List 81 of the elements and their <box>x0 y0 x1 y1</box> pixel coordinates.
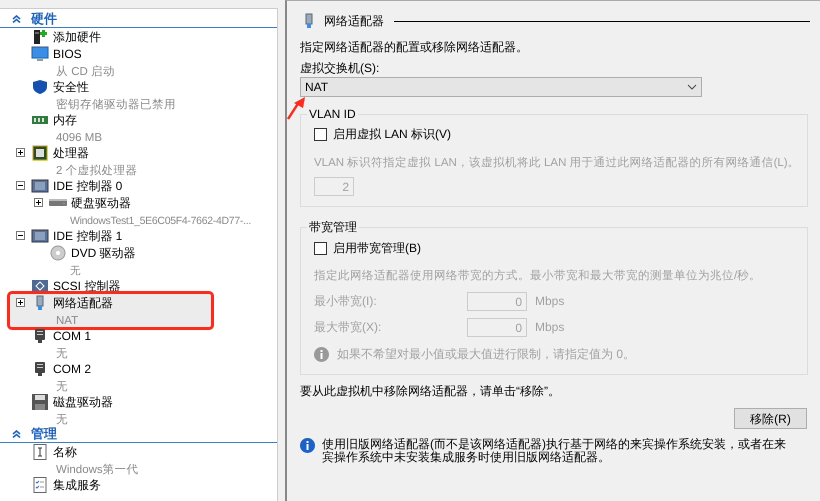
item-detail: 无 <box>56 348 68 360</box>
tree-item[interactable]: 硬盘驱动器 WindowsTest1_5E6C05F4-7662-4D77-... <box>0 194 277 227</box>
tree-item[interactable]: 添加硬件 <box>0 28 277 45</box>
tree-item[interactable]: 网络适配器 NAT <box>10 294 211 327</box>
remove-instruction: 要从此虚拟机中移除网络适配器，请单击“移除”。 <box>300 383 561 400</box>
checklist-icon <box>31 476 49 492</box>
double-chevron-up-icon[interactable] <box>12 430 21 438</box>
item-detail: 从 CD 启动 <box>56 66 115 78</box>
item-detail: 密钥存储驱动器已禁用 <box>56 99 176 111</box>
processor-icon <box>31 144 49 160</box>
item-label: COM 1 <box>53 328 92 344</box>
tree-item[interactable]: 安全性 密钥存储驱动器已禁用 <box>0 78 277 111</box>
collapse-icon[interactable] <box>16 181 25 190</box>
tree-item[interactable]: 磁盘驱动器 无 <box>0 393 277 426</box>
section-header: 管理 <box>31 425 57 444</box>
item-label: IDE 控制器 0 <box>53 178 122 194</box>
remove-button[interactable]: 移除(R) <box>734 408 807 429</box>
item-detail: 无 <box>70 265 81 277</box>
tree-item[interactable]: COM 2 无 <box>0 360 277 393</box>
tree-item[interactable]: COM 1 无 <box>0 327 277 360</box>
info-icon <box>300 438 315 453</box>
item-detail: Windows第一代 <box>56 464 139 476</box>
tree-item[interactable]: BIOS 从 CD 启动 <box>0 45 277 78</box>
item-detail: 无 <box>56 414 68 426</box>
bandwidth-description: 指定此网络适配器使用网络带宽的方式。最小带宽和最大带宽的测量单位为兆位/秒。 <box>314 268 762 284</box>
tree-item[interactable]: IDE 控制器 1 <box>0 227 277 244</box>
item-detail: 无 <box>56 381 68 393</box>
item-detail: 2 个虚拟处理器 <box>56 165 138 177</box>
item-label: IDE 控制器 1 <box>53 228 122 244</box>
item-detail: 4096 MB <box>56 132 102 144</box>
document-text-icon <box>31 444 49 460</box>
switch-dropdown[interactable]: NAT <box>300 77 702 97</box>
controller-icon <box>31 278 49 294</box>
info-icon <box>314 346 329 362</box>
tree-item[interactable]: 名称 Windows第一代 <box>0 443 277 476</box>
unit-label: Mbps <box>535 319 564 336</box>
device-plus-icon <box>31 28 49 44</box>
vlan-description: VLAN 标识符指定虚拟 LAN，该虚拟机将此 LAN 用于通过此网络适配器的所有网络通信(L)。 <box>314 155 801 171</box>
tree-item[interactable]: 集成服务 <box>0 476 277 493</box>
item-detail: WindowsTest1_5E6C05F4-7662-4D77-... <box>70 215 251 227</box>
collapse-icon[interactable] <box>16 231 25 240</box>
item-label: 硬盘驱动器 <box>71 194 131 212</box>
item-detail: NAT <box>56 315 78 327</box>
monitor-icon <box>31 46 49 62</box>
hard-drive-icon <box>49 199 67 206</box>
expand-icon[interactable] <box>16 298 25 307</box>
item-label: 安全性 <box>53 78 89 96</box>
item-label: COM 2 <box>53 360 92 378</box>
tree-item[interactable]: SCSI 控制器 <box>0 277 277 294</box>
chevron-down-icon <box>687 84 697 90</box>
double-chevron-up-icon[interactable] <box>12 15 21 23</box>
legacy-adapter-info: 使用旧版网络适配器(而不是该网络适配器)执行基于网络的来宾操作系统安装，或者在来宾操作系统中未安装集成服务时使用旧版网络适配器。 <box>322 438 787 464</box>
disc-icon <box>49 244 67 260</box>
expand-icon[interactable] <box>34 198 43 207</box>
section-header: 硬件 <box>31 10 57 28</box>
panel-title: 网络适配器 <box>324 13 384 30</box>
bandwidth-label: 最小带宽(I): <box>314 293 378 310</box>
expand-icon[interactable] <box>16 148 25 157</box>
item-label: 处理器 <box>53 144 89 162</box>
switch-label: 虚拟交换机(S): <box>300 60 380 77</box>
bandwidth-label: 最大带宽(X): <box>314 319 382 336</box>
item-label: 集成服务 <box>53 476 101 494</box>
item-label: 添加硬件 <box>53 28 101 46</box>
group-legend: 带宽管理 <box>307 219 359 235</box>
item-label: DVD 驱动器 <box>71 244 136 262</box>
item-label: 网络适配器 <box>53 294 113 312</box>
tree-item[interactable]: IDE 控制器 0 <box>0 177 277 194</box>
bandwidth-note: 如果不希望对最小值或最大值进行限制，请指定值为 0。 <box>337 346 636 364</box>
item-label: SCSI 控制器 <box>53 278 120 294</box>
controller-icon <box>31 228 49 244</box>
tree-item[interactable]: 处理器 2 个虚拟处理器 <box>0 144 277 177</box>
item-label: 内存 <box>53 112 77 128</box>
item-label: 名称 <box>53 444 77 460</box>
panel-description: 指定网络适配器的配置或移除网络适配器。 <box>300 39 529 56</box>
shield-icon <box>31 78 49 94</box>
tree-item[interactable]: 内存 4096 MB <box>0 111 277 144</box>
tree-item[interactable]: DVD 驱动器 无 <box>0 244 277 277</box>
item-label: BIOS <box>53 46 82 62</box>
unit-label: Mbps <box>535 293 564 310</box>
controller-icon <box>31 178 49 194</box>
item-label: 磁盘驱动器 <box>53 394 113 410</box>
